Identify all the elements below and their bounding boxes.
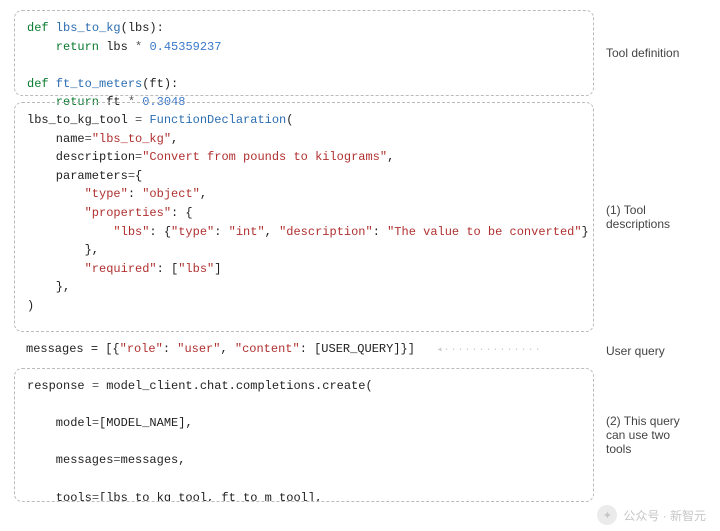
label-user-query: User query — [598, 344, 665, 358]
label-tool-definition: Tool definition — [602, 10, 706, 96]
watermark-text: 公众号 · 新智元 — [623, 507, 706, 524]
keyword-return: return — [27, 40, 99, 54]
label-tool-descriptions: (1) Tool descriptions — [602, 102, 706, 332]
row-tool-definition: def lbs_to_kg(lbs): return lbs * 0.45359… — [14, 10, 706, 96]
dotted-arrow-icon: ◂·············· — [437, 343, 542, 358]
watermark: ✦ 公众号 · 新智元 — [597, 505, 706, 525]
row-response: response = model_client.chat.completions… — [14, 368, 706, 502]
code-box-tool-definition: def lbs_to_kg(lbs): return lbs * 0.45359… — [14, 10, 594, 96]
fn-lbs-to-kg: lbs_to_kg — [49, 21, 121, 35]
code-line-user-query: messages = [{"role": "user", "content": … — [14, 338, 594, 364]
keyword-def: def — [27, 21, 49, 35]
wechat-icon: ✦ — [597, 505, 617, 525]
label-two-tools: (2) This query can use two tools — [602, 368, 706, 502]
fn-ft-to-meters: ft_to_meters — [49, 77, 143, 91]
class-function-declaration: FunctionDeclaration — [149, 113, 286, 127]
row-user-query: messages = [{"role": "user", "content": … — [14, 338, 706, 364]
row-tool-descriptions: lbs_to_kg_tool = FunctionDeclaration( na… — [14, 102, 706, 332]
code-box-tool-descriptions: lbs_to_kg_tool = FunctionDeclaration( na… — [14, 102, 594, 332]
code-box-response: response = model_client.chat.completions… — [14, 368, 594, 502]
